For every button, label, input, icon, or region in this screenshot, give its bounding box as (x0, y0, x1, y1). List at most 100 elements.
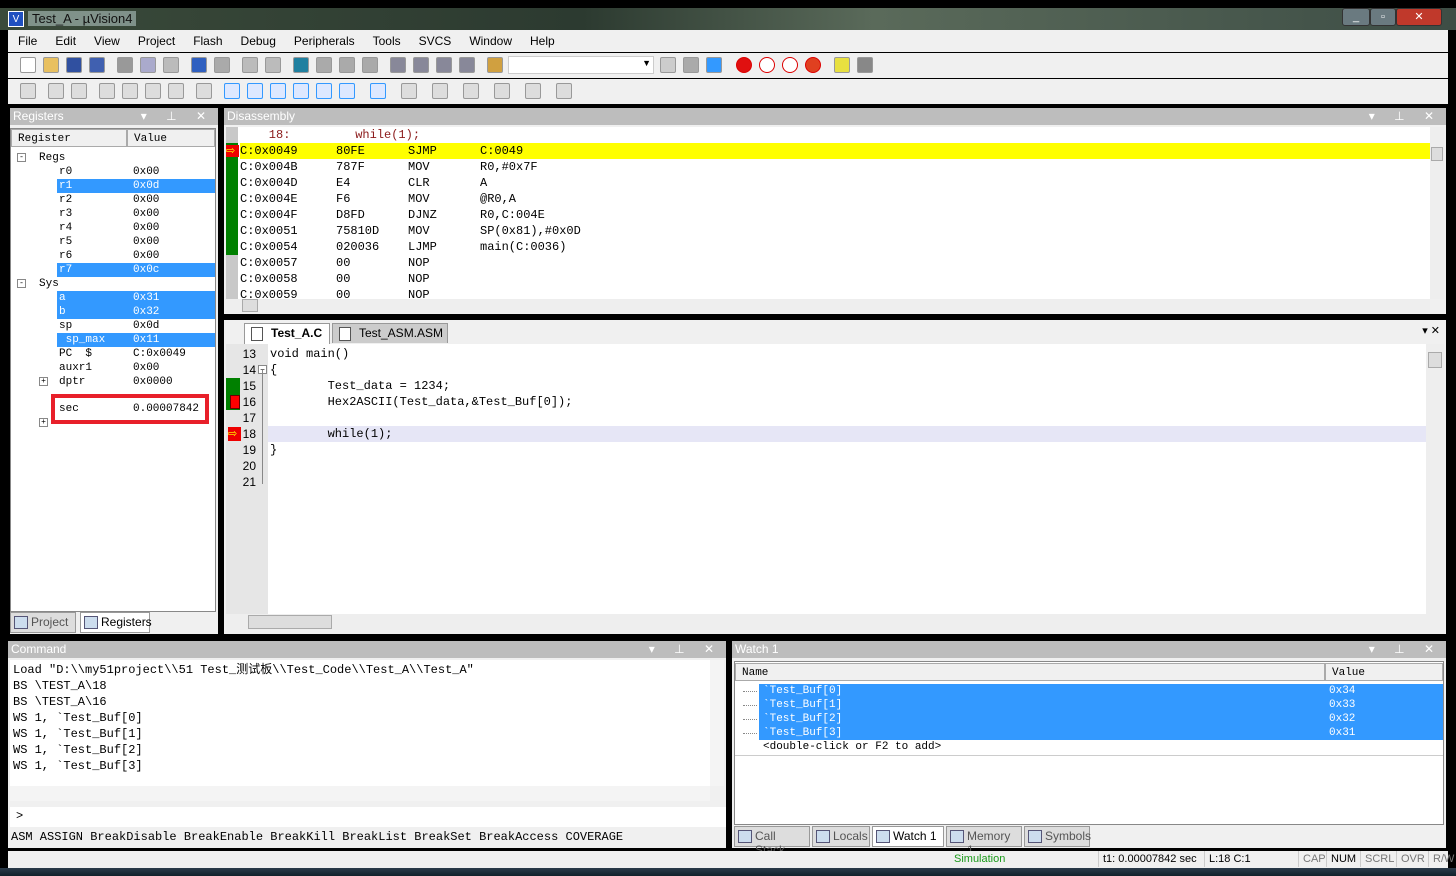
disassembly-row[interactable]: C:0x0051 75810D MOV SP(0x81),#0x0D (240, 223, 1430, 239)
code-line[interactable]: void main() (270, 346, 349, 362)
tab-memory-1[interactable]: Memory 1 (946, 826, 1022, 857)
watch-row[interactable]: `Test_Buf[1] 0x33 (735, 698, 1443, 712)
serial-window-icon[interactable] (401, 83, 417, 99)
show-next-statement-icon[interactable] (196, 83, 212, 99)
command-input[interactable]: > (10, 807, 726, 827)
save-all-icon[interactable] (89, 57, 105, 73)
uncomment-icon[interactable] (459, 57, 475, 73)
new-file-icon[interactable] (20, 57, 36, 73)
insert-breakpoint-icon[interactable] (736, 57, 752, 73)
register-row[interactable]: sp_max 0x11 (11, 333, 215, 347)
save-icon[interactable] (66, 57, 82, 73)
column-header-value[interactable]: Value (1325, 663, 1443, 681)
symbols-window-icon[interactable] (270, 83, 286, 99)
minimize-button[interactable]: _ (1342, 8, 1370, 26)
code-line[interactable]: { (270, 362, 277, 378)
menu-peripherals[interactable]: Peripherals (284, 30, 363, 48)
find-icon[interactable] (660, 57, 676, 73)
bookmark-icon[interactable] (293, 57, 309, 73)
menu-help[interactable]: Help (520, 30, 563, 48)
register-row[interactable]: - Regs (11, 151, 215, 165)
find-combo[interactable]: ▼ (508, 56, 654, 74)
debug-restore-views-icon[interactable] (556, 83, 572, 99)
disassembly-row[interactable]: C:0x004F D8FD DJNZ R0,C:004E (240, 207, 1430, 223)
menu-flash[interactable]: Flash (183, 30, 230, 48)
watch-row[interactable]: `Test_Buf[3] 0x31 (735, 726, 1443, 740)
tree-collapse-icon[interactable]: - (17, 153, 26, 162)
register-row[interactable]: r2 0x00 (11, 193, 215, 207)
close-button[interactable]: ✕ (1396, 8, 1442, 26)
analysis-window-icon[interactable] (432, 83, 448, 99)
run-icon[interactable] (48, 83, 64, 99)
reset-icon[interactable] (20, 83, 36, 99)
enable-breakpoint-icon[interactable] (759, 57, 775, 73)
menu-debug[interactable]: Debug (231, 30, 284, 48)
nav-back-icon[interactable] (242, 57, 258, 73)
menu-view[interactable]: View (84, 30, 128, 48)
toolbox-icon[interactable] (525, 83, 541, 99)
pane-controls[interactable]: ▾ ⊥ ✕ (141, 108, 214, 125)
indent-icon[interactable] (390, 57, 406, 73)
menu-edit[interactable]: Edit (45, 30, 84, 48)
register-row[interactable]: b 0x32 (11, 305, 215, 319)
pane-controls[interactable]: ▾ ⊥ ✕ (1369, 641, 1442, 658)
disassembly-view[interactable]: 18: while(1); C:0x0049 80FE SJMP C:0049 ⇨ C:0… (226, 127, 1444, 299)
comment-icon[interactable] (436, 57, 452, 73)
register-row[interactable]: + (11, 416, 215, 430)
paste-icon[interactable] (163, 57, 179, 73)
register-row[interactable]: a 0x31 (11, 291, 215, 305)
tab-locals[interactable]: Locals (812, 826, 870, 847)
maximize-button[interactable]: ▫ (1370, 8, 1396, 26)
menu-svcs[interactable]: SVCS (409, 30, 460, 48)
column-header-name[interactable]: Name (735, 663, 1325, 681)
register-row[interactable]: + dptr 0x0000 (11, 375, 215, 389)
run-to-cursor-icon[interactable] (168, 83, 184, 99)
tab-project[interactable]: Project (10, 612, 76, 633)
disassembly-row[interactable]: C:0x0059 00 NOP (240, 287, 1430, 299)
menu-file[interactable]: File (8, 30, 45, 48)
watch-window-icon[interactable] (339, 83, 355, 99)
code-line[interactable]: Test_data = 1234; (270, 378, 450, 394)
command-window-icon[interactable] (224, 83, 240, 99)
register-row[interactable]: sp 0x0d (11, 319, 215, 333)
tab-registers[interactable]: Registers (80, 612, 152, 633)
disassembly-row[interactable]: C:0x0054 020036 LJMP main(C:0036) (240, 239, 1430, 255)
command-vscrollbar[interactable] (710, 660, 724, 786)
watch-add-hint[interactable]: <double-click or F2 to add> (759, 740, 941, 754)
window-select-icon[interactable] (834, 57, 850, 73)
register-row[interactable]: r3 0x00 (11, 207, 215, 221)
step-into-icon[interactable] (99, 83, 115, 99)
debug-session-icon[interactable] (706, 57, 722, 73)
command-hscrollbar[interactable] (10, 786, 710, 801)
menu-project[interactable]: Project (128, 30, 183, 48)
registers-window-icon[interactable] (293, 83, 309, 99)
undo-icon[interactable] (191, 57, 207, 73)
disassembly-row[interactable]: C:0x004E F6 MOV @R0,A (240, 191, 1430, 207)
call-stack-icon[interactable] (316, 83, 332, 99)
register-row[interactable]: r7 0x0c (11, 263, 215, 277)
tab-symbols[interactable]: Symbols (1024, 826, 1091, 847)
disassembly-row[interactable]: C:0x0049 80FE SJMP C:0049 (240, 143, 1430, 159)
unindent-icon[interactable] (413, 57, 429, 73)
disassembly-row[interactable]: C:0x0057 00 NOP (240, 255, 1430, 271)
register-row[interactable]: r4 0x00 (11, 221, 215, 235)
tree-collapse-icon[interactable]: - (17, 279, 26, 288)
incremental-find-icon[interactable] (683, 57, 699, 73)
next-bookmark-icon[interactable] (339, 57, 355, 73)
register-row[interactable]: auxr1 0x00 (11, 361, 215, 375)
configure-icon[interactable] (857, 57, 873, 73)
kill-all-breakpoints-icon[interactable] (805, 57, 821, 73)
watch-row[interactable]: `Test_Buf[2] 0x32 (735, 712, 1443, 726)
code-line[interactable]: Hex2ASCII(Test_data,&Test_Buf[0]); (270, 394, 573, 410)
redo-icon[interactable] (214, 57, 230, 73)
cut-icon[interactable] (117, 57, 133, 73)
disassembly-vscrollbar[interactable] (1430, 127, 1444, 299)
step-over-icon[interactable] (122, 83, 138, 99)
register-row[interactable]: r6 0x00 (11, 249, 215, 263)
find-in-files-icon[interactable] (487, 57, 503, 73)
command-output[interactable]: Load "D:\\my51project\\51 Test_测试板\\Test… (10, 660, 710, 786)
disassembly-hscrollbar[interactable] (226, 299, 1430, 313)
disassembly-row[interactable]: C:0x0058 00 NOP (240, 271, 1430, 287)
pane-controls[interactable]: ▾ ⊥ ✕ (1369, 108, 1442, 125)
tree-expand-icon[interactable]: + (39, 377, 48, 386)
